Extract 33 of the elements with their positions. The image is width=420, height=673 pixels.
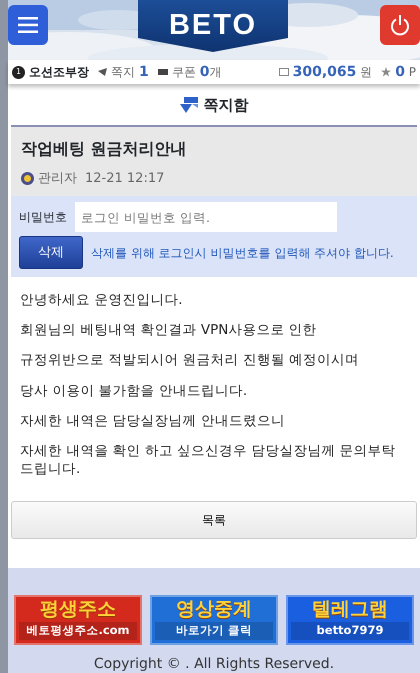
star-icon (381, 67, 392, 77)
body-paragraph: 규정위반으로 적발되시어 원금처리 진행될 예정이시며 (20, 351, 360, 370)
list-button[interactable]: 목록 (11, 500, 417, 539)
message-title: 작업베팅 원금처리안내 (21, 138, 188, 160)
password-label: 비밀번호 (19, 209, 67, 226)
delete-button[interactable]: 삭제 (19, 236, 83, 269)
password-field[interactable]: 로그인 비밀번호 입력. (75, 202, 337, 232)
page-title: 쪽지함 (204, 95, 248, 116)
username: 오션조부장 (29, 64, 89, 81)
coupon-count: 0개 (200, 62, 222, 82)
avatar-icon (21, 172, 34, 185)
body-paragraph: 회원님의 베팅내역 확인결과 VPN사용으로 인한 (20, 321, 318, 340)
date: 12-21 12:17 (85, 170, 164, 188)
balance: 300,065 원 (292, 62, 372, 82)
memo-count[interactable]: 1 (139, 62, 149, 82)
copyright: Copyright © . All Rights Reserved. (94, 655, 334, 673)
author: 관리자 (38, 170, 77, 188)
body-paragraph: 자세한 내역을 확인 하고 싶으신경우 담당실장님께 문의부탁드립니다. (20, 442, 397, 479)
power-button[interactable] (380, 5, 420, 45)
menu-button[interactable] (8, 5, 48, 45)
body-paragraph: 안녕하세요 운영진입니다. (20, 291, 184, 310)
points: 0 P (395, 62, 416, 82)
memo-label[interactable]: 쪽지 (111, 63, 135, 81)
coupon-label[interactable]: 쿠폰 (172, 63, 196, 81)
menu-icon (18, 17, 38, 33)
body-paragraph: 자세한 내역은 담당실장님께 안내드렸으니 (20, 412, 286, 430)
banner[interactable]: 텔레그램 betto7979 (286, 595, 414, 645)
body-paragraph: 당사 이용이 불가함을 안내드립니다. (20, 382, 248, 400)
banner[interactable]: 평생주소 베토평생주소.com (14, 595, 142, 645)
banner[interactable]: 영상중계 바로가기 클릭 (150, 595, 278, 645)
power-icon (390, 14, 410, 36)
delete-note: 삭제를 위해 로그인시 비밀번호를 입력해 주셔야 합니다. (91, 244, 394, 262)
level-badge: 1 (12, 66, 25, 78)
